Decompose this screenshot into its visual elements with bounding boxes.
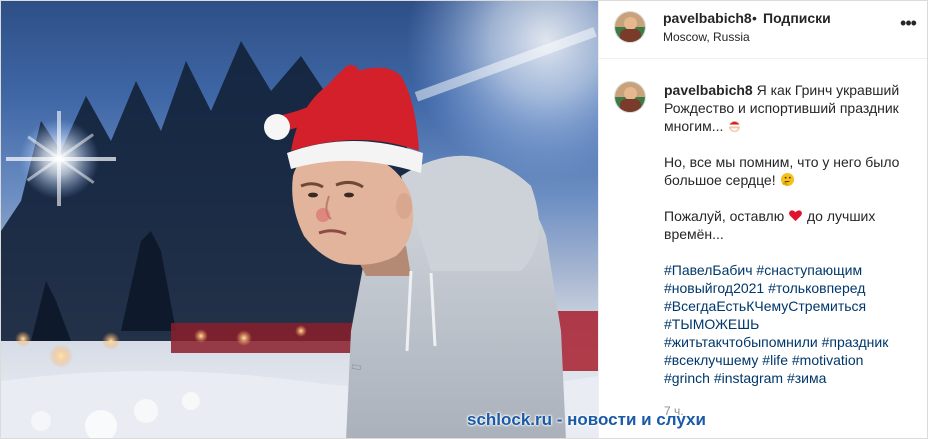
site-watermark: schlock.ru - новости и слухи: [467, 410, 706, 429]
following-button[interactable]: Подписки: [763, 10, 831, 26]
comments-section: pavelbabich8 Я как Гринч укравший Рождес…: [599, 59, 927, 438]
caption-paragraph-2: Но, все мы помним, что у него было больш…: [664, 153, 914, 189]
hashtag-link[interactable]: #тольковперед: [768, 280, 865, 296]
hashtag-link[interactable]: #зима: [787, 370, 826, 386]
hashtag-link[interactable]: #ВсегдаЕстьКЧемуСтремиться: [664, 298, 866, 314]
post-header: pavelbabich8 • Подписки Moscow, Russia •…: [599, 1, 927, 59]
hashtag-list: #ПавелБабич #снаступающим #новыйгод2021 …: [664, 261, 914, 387]
header-separator: •: [752, 10, 757, 26]
hashtag-link[interactable]: #всеклучшему: [664, 352, 758, 368]
hashtag-link[interactable]: #снаступающим: [756, 262, 862, 278]
photo-illustration: ▯: [1, 1, 598, 438]
instagram-post: ▯ pavelbabich8 • Подписки Moscow, Russia…: [0, 0, 928, 439]
thinking-face-icon: [780, 172, 794, 187]
hashtag-link[interactable]: #motivation: [792, 352, 864, 368]
hashtag-link[interactable]: #life: [762, 352, 788, 368]
caption-text-3a: Пожалуй, оставлю: [664, 208, 785, 224]
santa-emoji-icon: [729, 120, 741, 133]
red-heart-icon: [789, 210, 803, 222]
hashtag-link[interactable]: #новыйгод2021: [664, 280, 764, 296]
hashtag-link[interactable]: #ТЫМОЖЕШЬ: [664, 316, 759, 332]
author-avatar[interactable]: [614, 11, 646, 43]
hashtag-link[interactable]: #праздник: [822, 334, 889, 350]
hashtag-link[interactable]: #instagram: [714, 370, 783, 386]
post-photo[interactable]: ▯: [1, 1, 598, 438]
post-location[interactable]: Moscow, Russia: [663, 30, 750, 44]
more-horizontal-icon[interactable]: •••: [898, 13, 918, 33]
caption-username[interactable]: pavelbabich8: [664, 82, 753, 98]
author-username[interactable]: pavelbabich8: [663, 10, 752, 26]
post-caption: pavelbabich8 Я как Гринч укравший Рождес…: [664, 81, 914, 387]
caption-author-avatar[interactable]: [614, 81, 646, 113]
hashtag-link[interactable]: #житьтакчтобыпомнили: [664, 334, 818, 350]
hashtag-link[interactable]: #grinch: [664, 370, 710, 386]
hashtag-link[interactable]: #ПавелБабич: [664, 262, 753, 278]
caption-paragraph-3: Пожалуй, оставлю до лучших времён...: [664, 207, 914, 243]
caption-paragraph-1: pavelbabich8 Я как Гринч укравший Рождес…: [664, 81, 914, 135]
post-side-panel: pavelbabich8 • Подписки Moscow, Russia •…: [598, 1, 927, 438]
